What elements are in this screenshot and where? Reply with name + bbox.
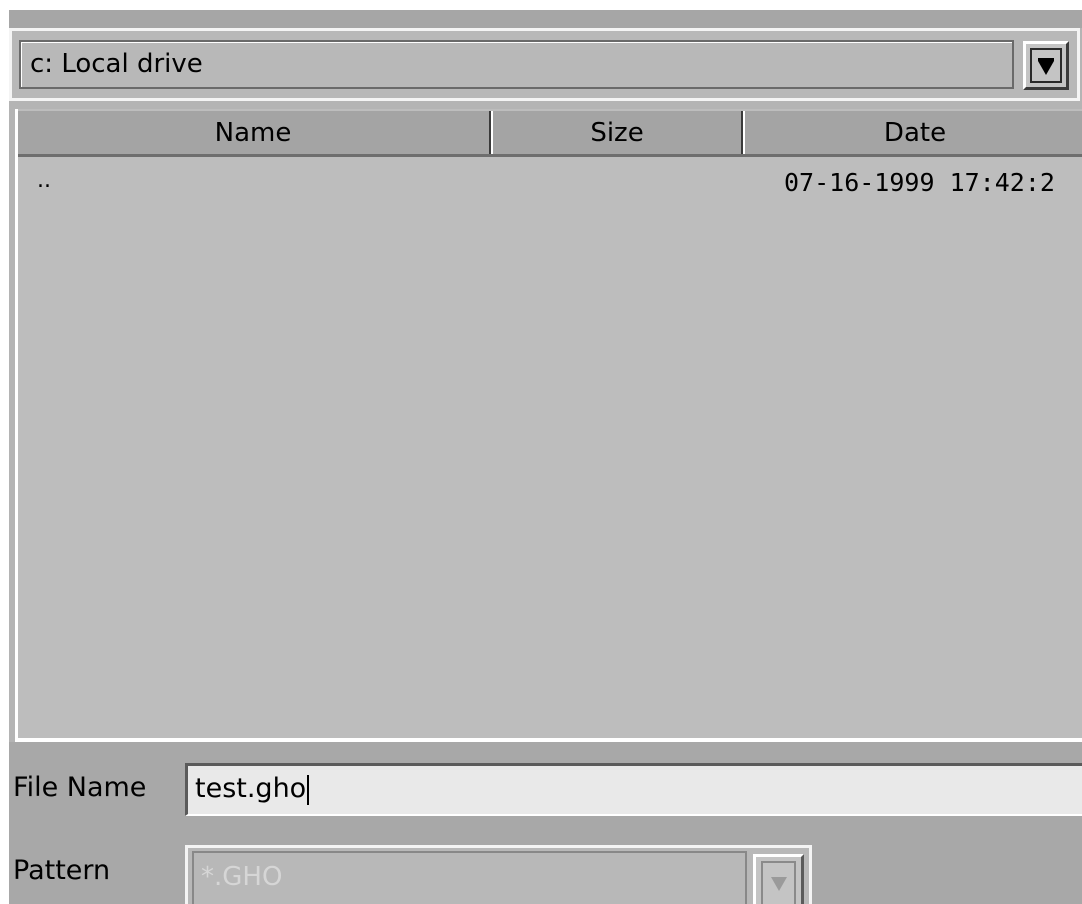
file-name-input[interactable] <box>185 763 1082 816</box>
chevron-down-icon <box>1030 48 1062 83</box>
column-header-date[interactable]: Date <box>745 111 1082 154</box>
chevron-down-icon <box>761 861 796 904</box>
column-divider[interactable] <box>741 111 743 154</box>
column-header-name[interactable]: Name <box>18 111 488 154</box>
file-name-value: test.gho <box>195 771 310 807</box>
drive-selector-value: c: Local drive <box>30 49 203 79</box>
drive-dropdown-button[interactable] <box>1023 41 1069 90</box>
column-header-size[interactable]: Size <box>493 111 741 154</box>
pattern-dropdown-button[interactable] <box>753 854 804 904</box>
pattern-label: Pattern <box>13 855 111 886</box>
text-caret <box>307 774 310 805</box>
column-divider[interactable] <box>489 111 491 154</box>
list-item-name[interactable]: .. <box>37 168 51 193</box>
dialog-top-strip <box>9 10 1082 28</box>
pattern-value: *.GHO <box>201 862 283 892</box>
file-list[interactable] <box>15 109 1082 741</box>
list-item-date: 07-16-1999 17:42:2 <box>784 168 1055 197</box>
file-name-label: File Name <box>13 772 147 803</box>
file-list-header: Name Size Date <box>18 111 1082 157</box>
